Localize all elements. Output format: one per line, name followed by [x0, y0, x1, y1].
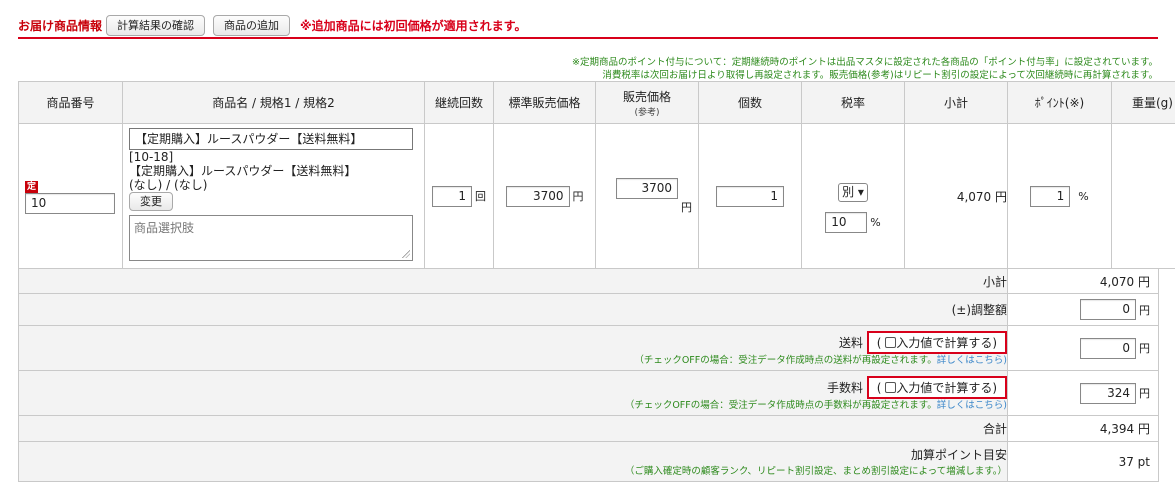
- tax-type-select[interactable]: 別 ▾: [838, 183, 868, 202]
- total-value: 4,394 円: [1007, 415, 1159, 442]
- summary-subtotal-value: 4,070 円: [1007, 268, 1159, 294]
- col-qty: 個数: [698, 81, 802, 124]
- points-value: 37 pt: [1007, 441, 1159, 482]
- col-tax: 税率: [801, 81, 905, 124]
- points-label: 加算ポイント目安: [910, 448, 1007, 462]
- shipping-check-label: 入力値で計算する): [896, 335, 997, 350]
- fee-note: （チェックOFFの場合：受注データ作成時点の手数料が再設定されます。: [624, 399, 937, 411]
- section-title: お届け商品情報: [18, 18, 103, 33]
- col-subtotal: 小計: [904, 81, 1008, 124]
- col-price-sub: (参考): [634, 107, 660, 118]
- row-weight: -: [1111, 123, 1175, 269]
- fee-check-label: 入力値で計算する): [896, 380, 997, 395]
- fee-paren: (: [876, 380, 882, 395]
- change-product-button[interactable]: 変更: [129, 192, 173, 211]
- col-code: 商品番号: [18, 81, 123, 124]
- initial-price-warning: ※追加商品には初回価格が適用されます。: [300, 18, 527, 33]
- fee-unit: 円: [1139, 387, 1150, 400]
- shipping-detail-link[interactable]: 詳しくはこちら): [937, 355, 1007, 366]
- col-count: 継続回数: [424, 81, 494, 124]
- price-unit: 円: [681, 200, 692, 214]
- product-code-line: [10-18]: [129, 150, 174, 164]
- shipping-calc-toggle[interactable]: ( 入力値で計算する): [866, 330, 1007, 354]
- confirm-calculation-button[interactable]: 計算結果の確認: [106, 14, 206, 36]
- col-price-label: 販売価格: [622, 89, 671, 104]
- product-details: [10-18] 【定期購入】ルースパウダー【送料無料】 (なし) / (なし): [129, 150, 424, 192]
- summary-table: 小計 4,070 円 (±)調整額 0円 送料 ( 入力値で計算する) （チェッ…: [18, 268, 1159, 482]
- adjustment-label: (±)調整額: [18, 293, 1008, 326]
- tax-rate-input[interactable]: 10: [825, 212, 868, 233]
- col-point: ﾎﾟｲﾝﾄ(※): [1007, 81, 1112, 124]
- count-unit: 回: [475, 190, 486, 203]
- standard-price-input[interactable]: 3700: [505, 185, 570, 207]
- section-header: お届け商品情報 計算結果の確認 商品の追加 ※追加商品には初回価格が適用されます…: [18, 10, 1158, 40]
- shipping-paren: (: [876, 335, 882, 350]
- product-options-textarea[interactable]: 商品選択肢: [129, 215, 413, 261]
- tax-rate-unit: %: [870, 216, 881, 229]
- add-product-button[interactable]: 商品の追加: [213, 14, 291, 36]
- point-note: ※定期商品のポイント付与について：定期継続時のポイントは出品マスタに設定された各…: [572, 57, 1158, 68]
- shipping-note: （チェックOFFの場合：受注データ作成時点の送料が再設定されます。: [634, 354, 937, 366]
- total-label: 合計: [18, 415, 1008, 442]
- product-spec-line: (なし) / (なし): [129, 178, 208, 192]
- subscription-badge: 定: [25, 181, 39, 193]
- tax-type-value: 別: [842, 185, 855, 199]
- table-row: 定 10 【定期購入】ルースパウダー【送料無料】 [10-18] 【定期購入】ル…: [18, 123, 1175, 269]
- header-divider: [18, 37, 1158, 39]
- product-name-input[interactable]: 【定期購入】ルースパウダー【送料無料】: [129, 128, 413, 150]
- resize-grip-icon[interactable]: [402, 250, 410, 258]
- shipping-input[interactable]: 0: [1080, 337, 1136, 359]
- points-note: （ご購入確定時の顧客ランク、リピート割引設定、まとめ割引設定によって増減します。…: [624, 466, 1007, 477]
- shipping-unit: 円: [1139, 342, 1150, 355]
- chevron-down-icon: ▾: [857, 185, 864, 199]
- fee-calc-toggle[interactable]: ( 入力値で計算する): [866, 375, 1007, 399]
- quantity-input[interactable]: 1: [716, 185, 784, 207]
- fee-label: 手数料: [826, 380, 863, 395]
- tax-note: 消費税率は次回お届け日より取得し再設定されます。販売価格(参考)はリピート割引の…: [602, 70, 1158, 81]
- col-price: 販売価格 (参考): [595, 81, 699, 124]
- shipping-checkbox[interactable]: [885, 336, 897, 348]
- point-rate-input[interactable]: 1: [1030, 185, 1071, 207]
- col-name: 商品名 / 規格1 / 規格2: [122, 81, 425, 124]
- summary-subtotal-label: 小計: [18, 268, 1008, 294]
- adjustment-input[interactable]: 0: [1080, 299, 1136, 320]
- price-input[interactable]: 3700: [616, 177, 678, 199]
- options-placeholder: 商品選択肢: [134, 221, 195, 235]
- adjustment-unit: 円: [1139, 303, 1150, 317]
- product-name-line: 【定期購入】ルースパウダー【送料無料】: [129, 164, 357, 178]
- fee-input[interactable]: 324: [1080, 382, 1136, 404]
- product-code-input[interactable]: 10: [25, 193, 115, 214]
- point-rate-unit: %: [1078, 189, 1089, 203]
- col-weight: 重量(g): [1111, 81, 1175, 124]
- count-input[interactable]: 1: [432, 185, 472, 207]
- row-subtotal: 4,070 円: [904, 123, 1008, 269]
- col-std-price: 標準販売価格: [493, 81, 596, 124]
- fee-detail-link[interactable]: 詳しくはこちら): [937, 400, 1007, 411]
- shipping-label: 送料: [838, 335, 863, 350]
- standard-price-unit: 円: [572, 190, 584, 203]
- items-table: 商品番号 商品名 / 規格1 / 規格2 継続回数 標準販売価格 販売価格 (参考…: [18, 81, 1175, 269]
- fee-checkbox[interactable]: [885, 381, 897, 393]
